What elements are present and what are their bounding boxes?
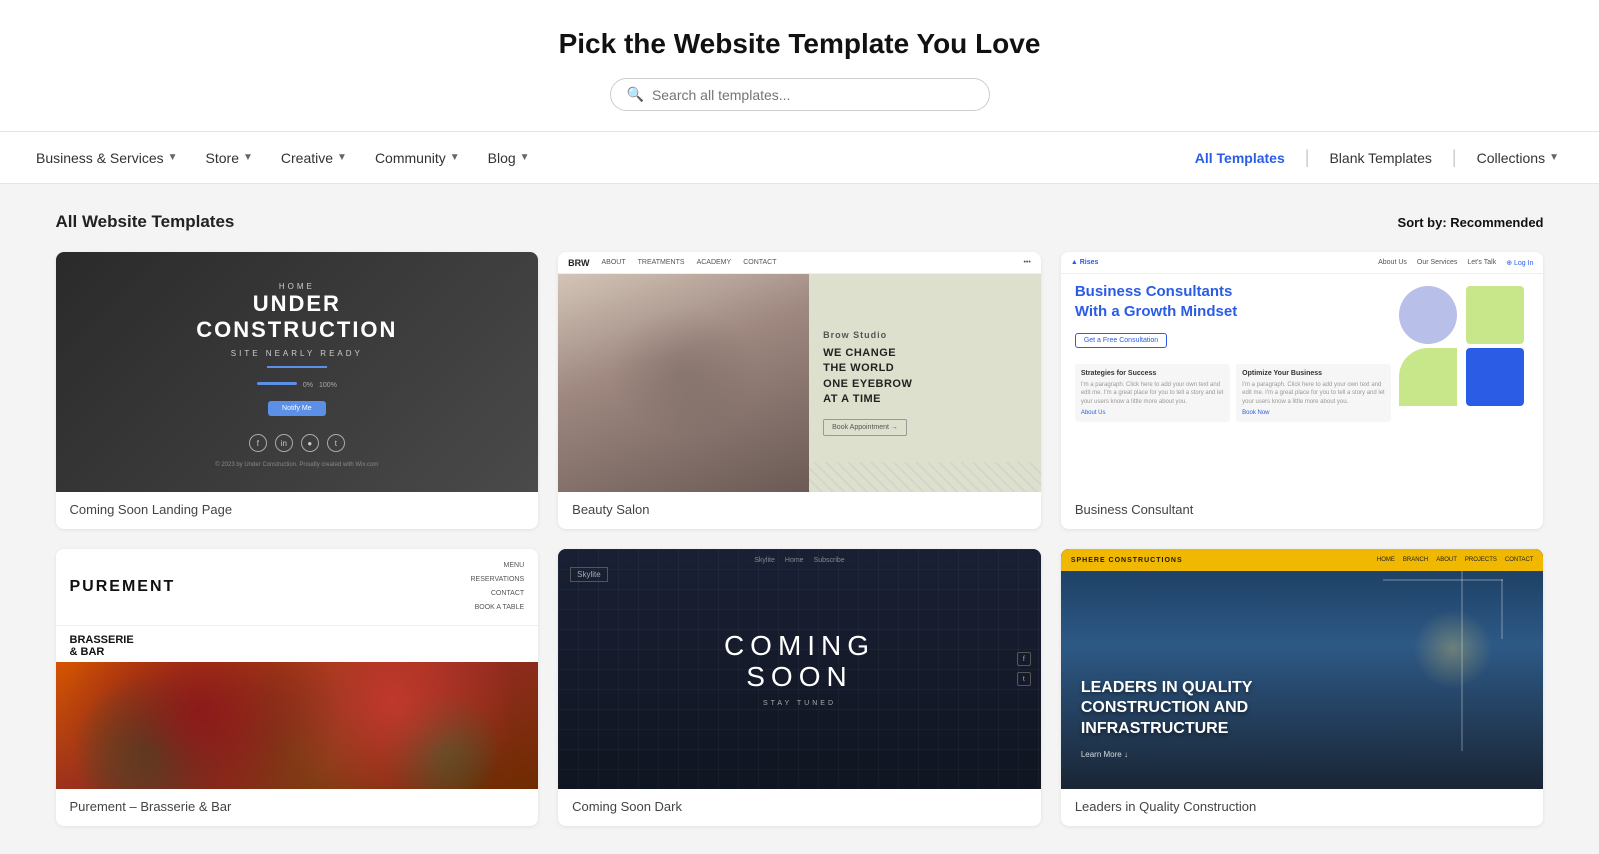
chevron-down-icon: ▼ bbox=[450, 152, 460, 163]
template-thumbnail-construct: SPHERE CONSTRUCTIONS HOMEBRANCHABOUTPROJ… bbox=[1061, 549, 1544, 789]
chevron-down-icon: ▼ bbox=[337, 152, 347, 163]
chevron-down-icon: ▼ bbox=[520, 152, 530, 163]
thumb-subtitle: BRASSERIE& BAR bbox=[56, 626, 539, 662]
search-input[interactable] bbox=[652, 87, 973, 103]
navigation-bar: Business & Services ▼ Store ▼ Creative ▼… bbox=[0, 132, 1599, 184]
nav-item-creative[interactable]: Creative ▼ bbox=[269, 142, 359, 174]
thumb-title: COMINGSOON bbox=[724, 631, 875, 693]
thumb-sub: STAY TUNED bbox=[724, 700, 875, 707]
nav-item-store[interactable]: Store ▼ bbox=[194, 142, 265, 174]
templates-grid: HOME UNDERCONSTRUCTION SITE NEARLY READY… bbox=[56, 252, 1544, 826]
nav-left-group: Business & Services ▼ Store ▼ Creative ▼… bbox=[24, 142, 1179, 174]
template-card-construction-leaders[interactable]: SPHERE CONSTRUCTIONS HOMEBRANCHABOUTPROJ… bbox=[1061, 549, 1544, 826]
thumb-sub: SITE NEARLY READY bbox=[231, 349, 363, 358]
template-card-coming-soon-dark[interactable]: SkyliteHomeSubscribe Skylite COMINGSOON … bbox=[558, 549, 1041, 826]
thumb-side-icons: f t bbox=[1017, 652, 1031, 686]
thumb-headline: Business ConsultantsWith a Growth Mindse… bbox=[1075, 282, 1392, 321]
thumb-card2: Optimize Your Business bbox=[1242, 370, 1385, 377]
section-title: All Website Templates bbox=[56, 212, 235, 232]
thumb-menu: MENURESERVATIONSCONTACTBOOK A TABLE bbox=[470, 559, 524, 615]
thumb-cta: Notify Me bbox=[268, 401, 326, 416]
thumb-title: UNDERCONSTRUCTION bbox=[196, 291, 397, 344]
thumb-subtitle: HOME bbox=[279, 282, 315, 291]
main-content: All Website Templates Sort by: Recommend… bbox=[20, 184, 1580, 854]
thumb-main-content: Business ConsultantsWith a Growth Mindse… bbox=[1061, 252, 1544, 492]
nav-blank-templates[interactable]: Blank Templates bbox=[1313, 142, 1447, 174]
thumb-brand: PUREMENT bbox=[70, 578, 176, 596]
thumb-brand: BRW bbox=[568, 258, 589, 268]
nav-right-group: All Templates | Blank Templates | Collec… bbox=[1179, 142, 1575, 174]
template-name: Beauty Salon bbox=[558, 492, 1041, 529]
nav-item-blog[interactable]: Blog ▼ bbox=[476, 142, 542, 174]
nav-item-community[interactable]: Community ▼ bbox=[363, 142, 472, 174]
template-name: Coming Soon Landing Page bbox=[56, 492, 539, 529]
template-thumbnail-restaurant: PUREMENT MENURESERVATIONSCONTACTBOOK A T… bbox=[56, 549, 539, 789]
thumb-logo: Skylite bbox=[570, 567, 608, 582]
thumb-headline: LEADERS IN QUALITYCONSTRUCTION ANDINFRAS… bbox=[1081, 678, 1524, 740]
thumb-bar bbox=[267, 366, 327, 368]
template-name: Purement – Brasserie & Bar bbox=[56, 789, 539, 826]
search-icon: 🔍 bbox=[627, 86, 644, 103]
sort-control[interactable]: Sort by: Recommended bbox=[1398, 215, 1544, 230]
thumb-photo bbox=[558, 274, 809, 492]
thumb-nav: HOMEBRANCHABOUTPROJECTSCONTACT bbox=[1377, 557, 1534, 563]
template-card-restaurant[interactable]: PUREMENT MENURESERVATIONSCONTACTBOOK A T… bbox=[56, 549, 539, 826]
thumb-footer: © 2023 by Under Construction. Proudly cr… bbox=[215, 462, 378, 468]
template-thumbnail-comingsoon: SkyliteHomeSubscribe Skylite COMINGSOON … bbox=[558, 549, 1041, 789]
template-card-coming-soon[interactable]: HOME UNDERCONSTRUCTION SITE NEARLY READY… bbox=[56, 252, 539, 529]
template-name: Business Consultant bbox=[1061, 492, 1544, 529]
chevron-down-icon: ▼ bbox=[168, 152, 178, 163]
thumb-pretext: Brow Studio bbox=[823, 330, 1027, 340]
nav-all-templates[interactable]: All Templates bbox=[1179, 142, 1301, 174]
page-title: Pick the Website Template You Love bbox=[20, 28, 1579, 60]
thumb-cta: Learn More ↓ bbox=[1081, 750, 1524, 759]
template-name: Coming Soon Dark bbox=[558, 789, 1041, 826]
nav-divider-1: | bbox=[1305, 147, 1310, 168]
template-thumbnail-beauty: BRW ABOUT TREATMENTS ACADEMY CONTACT •••… bbox=[558, 252, 1041, 492]
search-bar[interactable]: 🔍 bbox=[610, 78, 990, 111]
template-card-business-consultant[interactable]: ▲ Rises About UsOur ServicesLet's Talk⊕ … bbox=[1061, 252, 1544, 529]
section-header: All Website Templates Sort by: Recommend… bbox=[56, 212, 1544, 232]
thumb-social-icons: f in ● t bbox=[249, 434, 345, 452]
template-name: Leaders in Quality Construction bbox=[1061, 789, 1544, 826]
thumb-card1: Strategies for Success bbox=[1081, 370, 1224, 377]
thumb-brand: SPHERE CONSTRUCTIONS bbox=[1071, 557, 1183, 564]
thumb-cta: Get a Free Consultation bbox=[1075, 333, 1167, 348]
page-header: Pick the Website Template You Love 🔍 bbox=[0, 0, 1599, 132]
chevron-down-icon: ▼ bbox=[243, 152, 253, 163]
template-thumbnail-construction: HOME UNDERCONSTRUCTION SITE NEARLY READY… bbox=[56, 252, 539, 492]
thumb-content: Brow Studio WE CHANGETHE WORLDONE EYEBRO… bbox=[809, 274, 1041, 492]
thumb-tagline: WE CHANGETHE WORLDONE EYEBROWAT A TIME bbox=[823, 346, 1027, 408]
thumb-cta-btn: Book Appointment → bbox=[823, 419, 907, 436]
template-thumbnail-business: ▲ Rises About UsOur ServicesLet's Talk⊕ … bbox=[1061, 252, 1544, 492]
template-card-beauty-salon[interactable]: BRW ABOUT TREATMENTS ACADEMY CONTACT •••… bbox=[558, 252, 1041, 529]
chevron-down-icon: ▼ bbox=[1549, 152, 1559, 163]
nav-item-business-services[interactable]: Business & Services ▼ bbox=[24, 142, 190, 174]
nav-collections[interactable]: Collections ▼ bbox=[1461, 142, 1575, 174]
nav-divider-2: | bbox=[1452, 147, 1457, 168]
thumb-food-image bbox=[56, 662, 539, 789]
thumb-nav: SkyliteHomeSubscribe bbox=[754, 557, 844, 564]
